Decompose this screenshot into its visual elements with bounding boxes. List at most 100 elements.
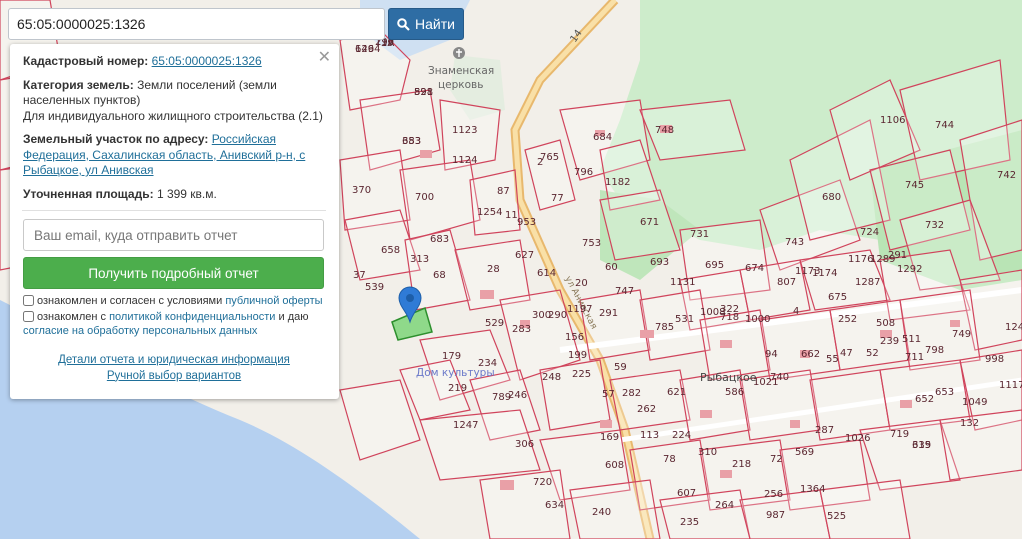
parcel-number: 11 <box>505 210 518 221</box>
parcel-number: 719 <box>890 429 909 440</box>
parcel-number: 748 <box>655 125 674 136</box>
parcel-number: 718 <box>720 312 739 323</box>
parcel-number: 59 <box>614 362 627 373</box>
parcel-number: 262 <box>637 404 656 415</box>
parcel-number: 20 <box>575 278 588 289</box>
parcel-number: 753 <box>582 238 601 249</box>
parcel-number: 156 <box>565 332 584 343</box>
parcel-number: 658 <box>381 245 400 256</box>
parcel-number: 306 <box>515 439 534 450</box>
parcel-number: 87 <box>497 186 510 197</box>
divider <box>22 210 326 211</box>
privacy-text: ознакомлен с <box>37 310 107 323</box>
area-value: 1 399 кв.м. <box>156 186 217 201</box>
parcel-number: 1182 <box>605 177 630 188</box>
privacy-consent: ознакомлен с политикой конфиденциальност… <box>23 310 325 339</box>
parcel-number: 711 <box>905 352 924 363</box>
parcel-number: 539 <box>365 282 384 293</box>
parcel-number: 291 <box>888 250 907 261</box>
parcel-number: 218 <box>732 459 751 470</box>
parcel-number: 219 <box>448 383 467 394</box>
parcel-number: 745 <box>905 180 924 191</box>
search-button-label: Найти <box>415 16 455 32</box>
parcel-number: 569 <box>795 447 814 458</box>
parcel-number: 693 <box>650 257 669 268</box>
parcel-number: 807 <box>777 277 796 288</box>
parcel-number: 1292 <box>897 264 922 275</box>
parcel-number: 248 <box>542 372 561 383</box>
parcel-number: 525 <box>827 511 846 522</box>
parcel-number: 731 <box>690 229 709 240</box>
parcel-info-panel: ✕ Кадастровый номер: 65:05:0000025:1326 … <box>10 44 339 399</box>
parcel-number: 675 <box>828 292 847 303</box>
search-icon <box>397 17 410 31</box>
offer-consent-text: ознакомлен и согласен с условиями <box>37 295 223 307</box>
get-report-button[interactable]: Получить подробный отчет <box>23 257 324 289</box>
parcel-number: 283 <box>512 324 531 335</box>
parcel-number: 511 <box>902 334 921 345</box>
parcel-number: 310 <box>698 447 717 458</box>
parcel-number: 653 <box>402 136 421 147</box>
offer-checkbox[interactable] <box>23 295 34 306</box>
parcel-number: 290 <box>548 310 567 321</box>
parcel-number: 586 <box>725 387 744 398</box>
offer-link[interactable]: публичной оферты <box>225 295 322 307</box>
parcel-number: 785 <box>655 322 674 333</box>
parcel-number: 1026 <box>845 433 870 444</box>
parcel-number: 724 <box>860 227 879 238</box>
parcel-number: 57 <box>602 389 615 400</box>
parcel-number: 531 <box>675 314 694 325</box>
email-input[interactable] <box>23 219 324 251</box>
parcel-number: 1287 <box>855 277 880 288</box>
cadastral-number-link[interactable]: 65:05:0000025:1326 <box>152 54 262 68</box>
category-label: Категория земель: <box>23 77 134 92</box>
parcel-number: 52 <box>866 348 879 359</box>
parcel-number: 37 <box>353 270 366 281</box>
search-button[interactable]: Найти <box>388 8 464 40</box>
parcel-number: 742 <box>997 170 1016 181</box>
parcel-number: 94 <box>765 349 778 360</box>
personal-data-link[interactable]: согласие на обработку персональных данны… <box>23 325 257 337</box>
parcel-number: 700 <box>415 192 434 203</box>
parcel-number: 60 <box>605 262 618 273</box>
parcel-number: 370 <box>352 185 371 196</box>
parcel-number: 287 <box>815 425 834 436</box>
parcel-number: 671 <box>640 217 659 228</box>
parcel-number: 313 <box>410 254 429 265</box>
parcel-number: 264 <box>715 500 734 511</box>
poi-church-label-2: церковь <box>438 79 483 91</box>
area-label: Уточненная площадь: <box>23 186 154 201</box>
report-details-link[interactable]: Детали отчета и юридическая информация <box>58 354 290 366</box>
area-row: Уточненная площадь: 1 399 кв.м. <box>23 187 325 203</box>
parcel-number: 68 <box>433 270 446 281</box>
parcel-number: 695 <box>705 260 724 271</box>
close-icon[interactable]: ✕ <box>318 50 331 66</box>
parcel-number: 72 <box>770 454 783 465</box>
parcel-number: 627 <box>515 250 534 261</box>
parcel-number: 653 <box>935 387 954 398</box>
parcel-number: 240 <box>592 507 611 518</box>
parcel-number: 113 <box>640 430 659 441</box>
parcel-number: 529 <box>485 318 504 329</box>
parcel-number: 239 <box>880 336 899 347</box>
parcel-number: 4 <box>793 306 799 317</box>
parcel-number: 765 <box>540 152 559 163</box>
parcel-number: 1248 <box>1005 322 1022 333</box>
parcel-number: 1123 <box>452 125 477 136</box>
parcel-number: 1131 <box>670 277 695 288</box>
address-row: Земельный участок по адресу: Российская … <box>23 132 325 179</box>
parcel-number: 743 <box>785 237 804 248</box>
privacy-checkbox[interactable] <box>23 310 34 322</box>
manual-selection-link[interactable]: Ручной выбор вариантов <box>107 370 241 382</box>
parcel-number: 614 <box>537 268 556 279</box>
parcel-number: 674 <box>745 263 764 274</box>
parcel-number: 1106 <box>880 115 905 126</box>
search-input[interactable] <box>9 9 384 39</box>
offer-consent: ознакомлен и согласен с условиями публич… <box>23 294 325 309</box>
parcel-number: 740 <box>770 372 789 383</box>
privacy-link[interactable]: политикой конфиденциальности <box>109 311 275 323</box>
parcel-number: 55 <box>826 354 839 365</box>
parcel-number: 1197 <box>567 304 592 315</box>
parcel-number: 246 <box>508 390 527 401</box>
parcel-number: 652 <box>915 394 934 405</box>
